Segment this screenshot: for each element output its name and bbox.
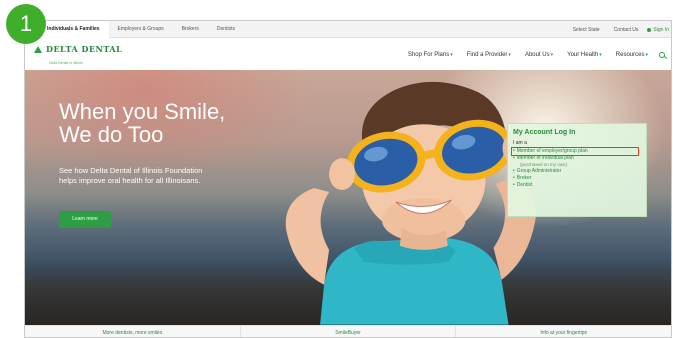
contact-us-link[interactable]: Contact Us xyxy=(607,27,646,33)
feature-cards-row: More dentists, more smiles SmileBuyer In… xyxy=(25,325,671,337)
account-login-panel: My Account Log In I am a • Member of emp… xyxy=(507,123,647,217)
hero-title-line-2: We do Too xyxy=(59,122,164,147)
hero-title-line-1: When you Smile, xyxy=(59,99,226,124)
card-more-dentists[interactable]: More dentists, more smiles xyxy=(25,326,241,337)
step-number-badge: 1 xyxy=(6,4,46,44)
user-dot-icon xyxy=(647,27,652,32)
nav-menu: Shop For Plans ▾ Find a Provider ▾ About U… xyxy=(401,52,665,58)
nav-resources[interactable]: Resources ▾ xyxy=(609,52,655,58)
browser-frame: Individuals & Families Employers & Group… xyxy=(24,20,672,338)
nav-shop-for-plans[interactable]: Shop For Plans ▾ xyxy=(401,52,460,58)
login-option-employer-group-member[interactable]: • Member of employer/group plan xyxy=(511,147,639,156)
hero-title: When you Smile, We do Too xyxy=(59,100,319,146)
chevron-down-icon: ▾ xyxy=(450,52,453,58)
login-option-label: Group Administrator xyxy=(516,168,562,174)
delta-triangle-icon xyxy=(34,45,42,53)
nav-item-label: About Us xyxy=(524,52,550,58)
login-prompt: I am a xyxy=(513,140,527,146)
hero-banner: When you Smile, We do Too See how Delta … xyxy=(25,70,671,325)
chevron-down-icon: ▾ xyxy=(599,52,602,58)
select-state-link[interactable]: Select State xyxy=(566,27,607,33)
utility-links: Select State Contact Us Sign In xyxy=(566,21,671,38)
nav-your-health[interactable]: Your Health ▾ xyxy=(560,52,609,58)
bullet-icon: • xyxy=(513,148,515,154)
tab-dentists[interactable]: Dentists xyxy=(208,21,244,38)
chevron-down-icon: ▾ xyxy=(645,52,648,58)
nav-about-us[interactable]: About Us ▾ xyxy=(518,52,560,58)
nav-item-label: Shop For Plans xyxy=(407,52,450,58)
login-option-label: Member of employer/group plan xyxy=(516,148,588,154)
card-smilebuyer[interactable]: SmileBuyer xyxy=(241,326,457,337)
bullet-icon: • xyxy=(513,175,515,181)
login-option-label: Broker xyxy=(516,175,532,181)
chevron-down-icon: ▾ xyxy=(508,52,511,58)
learn-more-button[interactable]: Learn more xyxy=(59,211,111,228)
login-option-individual-member[interactable]: • Member of individual plan xyxy=(513,155,641,162)
login-option-dentist[interactable]: • Dentist xyxy=(513,182,641,189)
login-options-list: • Member of employer/group plan • Member… xyxy=(511,147,641,189)
main-nav: DELTA DENTAL Delta Dental of Illinois Sh… xyxy=(25,38,671,70)
utility-bar: Individuals & Families Employers & Group… xyxy=(25,21,671,38)
audience-tabs: Individuals & Families Employers & Group… xyxy=(25,21,244,38)
login-panel-title: My Account Log In xyxy=(513,129,576,136)
hero-subtitle-line-1: See how Delta Dental of Illinois Foundat… xyxy=(59,166,203,175)
hero-subtitle: See how Delta Dental of Illinois Foundat… xyxy=(59,166,289,186)
card-info-fingertips[interactable]: Info at your fingertips xyxy=(456,326,671,337)
sign-in-link[interactable]: Sign In xyxy=(645,27,671,33)
nav-item-label: Resources xyxy=(615,52,645,58)
logo-text: DELTA DENTAL xyxy=(46,44,123,54)
hero-subtitle-line-2: helps improve oral health for all Illino… xyxy=(59,176,201,185)
bullet-icon: • xyxy=(513,168,515,174)
bullet-icon: • xyxy=(513,155,515,161)
login-option-label: Dentist xyxy=(516,182,533,188)
login-option-broker[interactable]: • Broker xyxy=(513,175,641,182)
bullet-icon: • xyxy=(513,182,515,188)
nav-item-label: Your Health xyxy=(567,52,599,58)
login-option-group-administrator[interactable]: • Group Administrator xyxy=(513,168,641,175)
nav-find-a-provider[interactable]: Find a Provider ▾ xyxy=(460,52,518,58)
nav-item-label: Find a Provider xyxy=(466,52,508,58)
screenshot-page: 1 Individuals & Families Employers & Gro… xyxy=(0,0,673,338)
delta-dental-logo[interactable]: DELTA DENTAL xyxy=(34,44,122,54)
sign-in-label: Sign In xyxy=(653,26,669,33)
login-option-label: Member of individual plan xyxy=(516,155,574,161)
chevron-down-icon: ▾ xyxy=(550,52,554,58)
logo-tagline: Delta Dental of Illinois xyxy=(49,61,83,65)
tab-employers-groups[interactable]: Employers & Groups xyxy=(109,21,173,38)
tab-brokers[interactable]: Brokers xyxy=(173,21,208,38)
search-icon[interactable] xyxy=(659,52,665,58)
